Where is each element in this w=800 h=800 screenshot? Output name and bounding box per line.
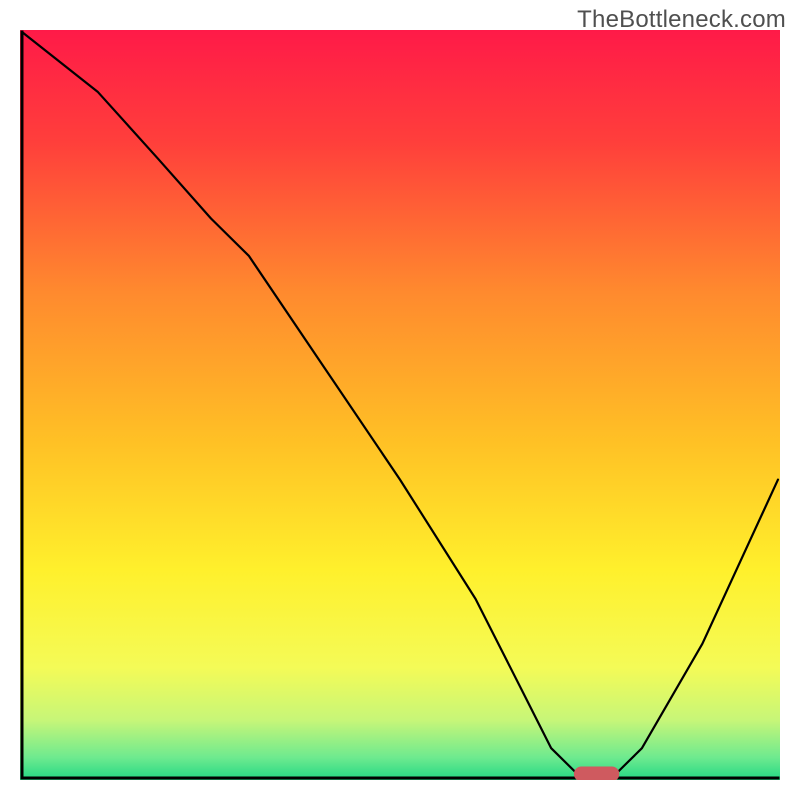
chart-marker [574,767,619,781]
chart-svg [20,30,780,780]
marker-optimal-range [574,767,619,781]
watermark-text: TheBottleneck.com [577,6,786,34]
chart-canvas [20,30,780,780]
chart-background [20,30,780,780]
